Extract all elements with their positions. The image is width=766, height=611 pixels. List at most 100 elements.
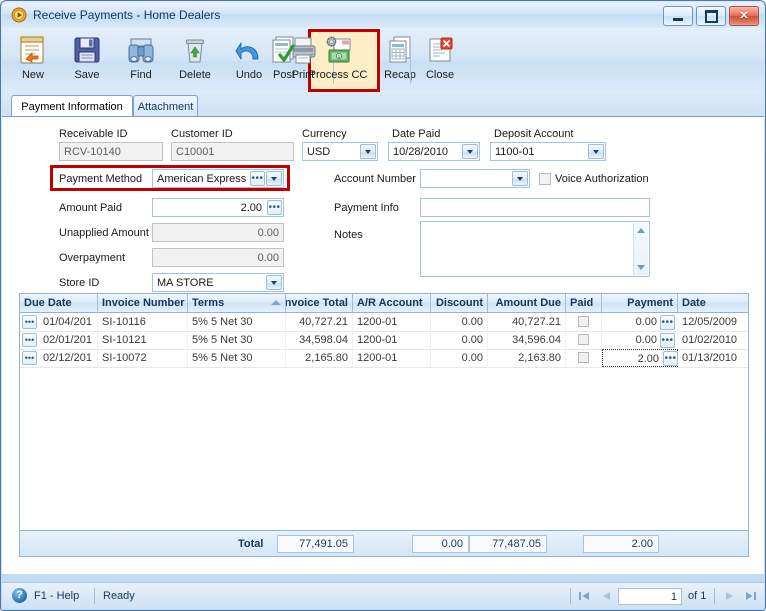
payment-lookup-button[interactable]: ••• [660,333,675,348]
column-header-invoice-number[interactable]: Invoice Number [98,294,188,312]
grid-totals-bar: Total 77,491.05 0.00 77,487.05 2.00 [19,531,749,557]
row-menu-button[interactable]: ••• [22,333,37,347]
paid-checkbox[interactable] [578,316,589,327]
next-record-button[interactable] [721,588,738,604]
column-header-invoice-total[interactable]: nvoice Total [286,294,353,312]
cell-paid[interactable] [566,331,602,349]
toolbar-button-close[interactable]: Close [413,31,467,89]
column-header-discount[interactable]: Discount [431,294,488,312]
previous-record-button[interactable] [598,588,615,604]
toolbar-label-post: Post [272,69,295,81]
toolbar-button-save[interactable]: Save [60,31,114,89]
row-menu-button[interactable]: ••• [22,351,37,365]
status-divider [94,588,95,604]
column-header-payment[interactable]: Payment [602,294,678,312]
column-header-date[interactable]: Date [678,294,748,312]
store-id-select[interactable]: MA STORE [152,273,284,292]
store-id-dropdown-button[interactable] [266,275,282,290]
recycle-bin-icon [186,39,204,63]
date-paid-select[interactable]: 10/28/2010 [388,142,480,161]
cell-payment[interactable]: 0.00 ••• [602,313,678,331]
toolbar-button-process-cc[interactable]: $ Process CC [309,31,367,89]
cell-discount: 0.00 [431,331,488,349]
currency-dropdown-button[interactable] [360,144,376,159]
window-controls: ✕ [663,6,759,26]
cell-paid[interactable] [566,349,602,367]
column-header-paid[interactable]: Paid [566,294,602,312]
receivable-id-label: Receivable ID [59,128,128,140]
cell-paid[interactable] [566,313,602,331]
window-title: Receive Payments - Home Dealers [33,8,221,22]
paid-checkbox[interactable] [578,334,589,345]
cell-payment-value: 0.00 [635,316,657,328]
close-icon: ✕ [739,9,749,22]
date-paid-dropdown-button[interactable] [462,144,478,159]
current-page-input[interactable]: 1 [618,588,682,605]
table-row[interactable]: ••• 01/04/201 SI-10116 5% 5 Net 30 40,72… [20,313,748,332]
tab-attachment-label: Attachment [137,100,194,113]
cell-payment-value: 0.00 [635,334,657,346]
column-header-amount-due[interactable]: Amount Due [488,294,566,312]
payment-lookup-button[interactable]: ••• [663,351,678,366]
first-record-button[interactable] [576,588,593,604]
cell-amount-due: 40,727.21 [488,313,566,331]
save-floppy-icon [74,37,100,63]
toolbar-button-find[interactable]: Find [114,31,168,89]
cell-ar-account: 1200-01 [353,313,431,331]
column-header-due-date[interactable]: Due Date [20,294,98,312]
cell-payment[interactable]: 2.00 ••• [603,350,679,368]
scroll-up-icon[interactable] [636,226,646,235]
payment-info-field[interactable] [420,198,650,217]
amount-paid-field[interactable]: 2.00 ••• [152,198,284,217]
notes-textarea[interactable] [420,221,650,277]
paid-checkbox[interactable] [578,352,589,363]
store-id-value: MA STORE [157,276,214,289]
toolbar-button-delete[interactable]: Delete [168,31,222,89]
help-icon[interactable]: ? [12,588,27,603]
receivable-id-field[interactable]: RCV-10140 [59,142,163,161]
voice-authorization-label: Voice Authorization [555,173,649,185]
cell-invoice-total: 40,727.21 [286,313,353,331]
tab-attachment[interactable]: Attachment [133,95,198,117]
cell-payment-focused[interactable]: 2.00 ••• [602,349,678,367]
account-number-select[interactable] [420,169,530,188]
currency-select[interactable]: USD [302,142,378,161]
column-header-terms-label: Terms [192,297,225,309]
table-row[interactable]: ••• 02/12/201 SI-10072 5% 5 Net 30 2,165… [20,349,748,368]
deposit-account-label: Deposit Account [494,128,574,140]
title-bar: Receive Payments - Home Dealers ✕ [2,2,764,29]
deposit-account-dropdown-button[interactable] [588,144,604,159]
overpayment-label: Overpayment [59,252,126,264]
close-button[interactable]: ✕ [729,6,759,26]
account-number-dropdown-button[interactable] [512,171,528,186]
minimize-button[interactable] [663,6,693,26]
payment-method-dropdown-button[interactable] [266,171,282,186]
cell-amount-due: 2,163.80 [488,349,566,367]
payment-lookup-button[interactable]: ••• [660,315,675,330]
last-record-button[interactable] [742,588,759,604]
toolbar-button-post[interactable]: Post [257,31,311,89]
customer-id-field[interactable]: C10001 [171,142,294,161]
cell-payment[interactable]: 0.00 ••• [602,331,678,349]
column-header-ar-account[interactable]: A/R Account [353,294,431,312]
help-text[interactable]: F1 - Help [34,590,79,602]
cell-discount: 0.00 [431,349,488,367]
toolbar-label-close: Close [425,69,455,81]
payment-method-select[interactable]: American Express ••• [152,169,284,188]
total-invoice-total: 77,491.05 [277,535,354,553]
row-menu-button[interactable]: ••• [22,315,37,329]
voice-authorization-checkbox[interactable] [539,173,551,185]
maximize-button[interactable] [696,6,726,26]
notes-scrollbar[interactable] [633,223,648,275]
scroll-down-icon[interactable] [636,263,646,272]
cell-terms: 5% 5 Net 30 [188,313,286,331]
toolbar-button-new[interactable]: New [6,31,60,89]
tab-payment-information[interactable]: Payment Information [11,95,133,117]
payment-method-lookup-button[interactable]: ••• [250,171,265,186]
table-row[interactable]: ••• 02/01/201 SI-10121 5% 5 Net 30 34,59… [20,331,748,350]
amount-paid-lookup-button[interactable]: ••• [267,200,282,215]
cell-ar-account: 1200-01 [353,349,431,367]
column-header-terms[interactable]: Terms [188,294,286,312]
chevron-down-icon [271,280,277,285]
deposit-account-select[interactable]: 1100-01 [490,142,606,161]
